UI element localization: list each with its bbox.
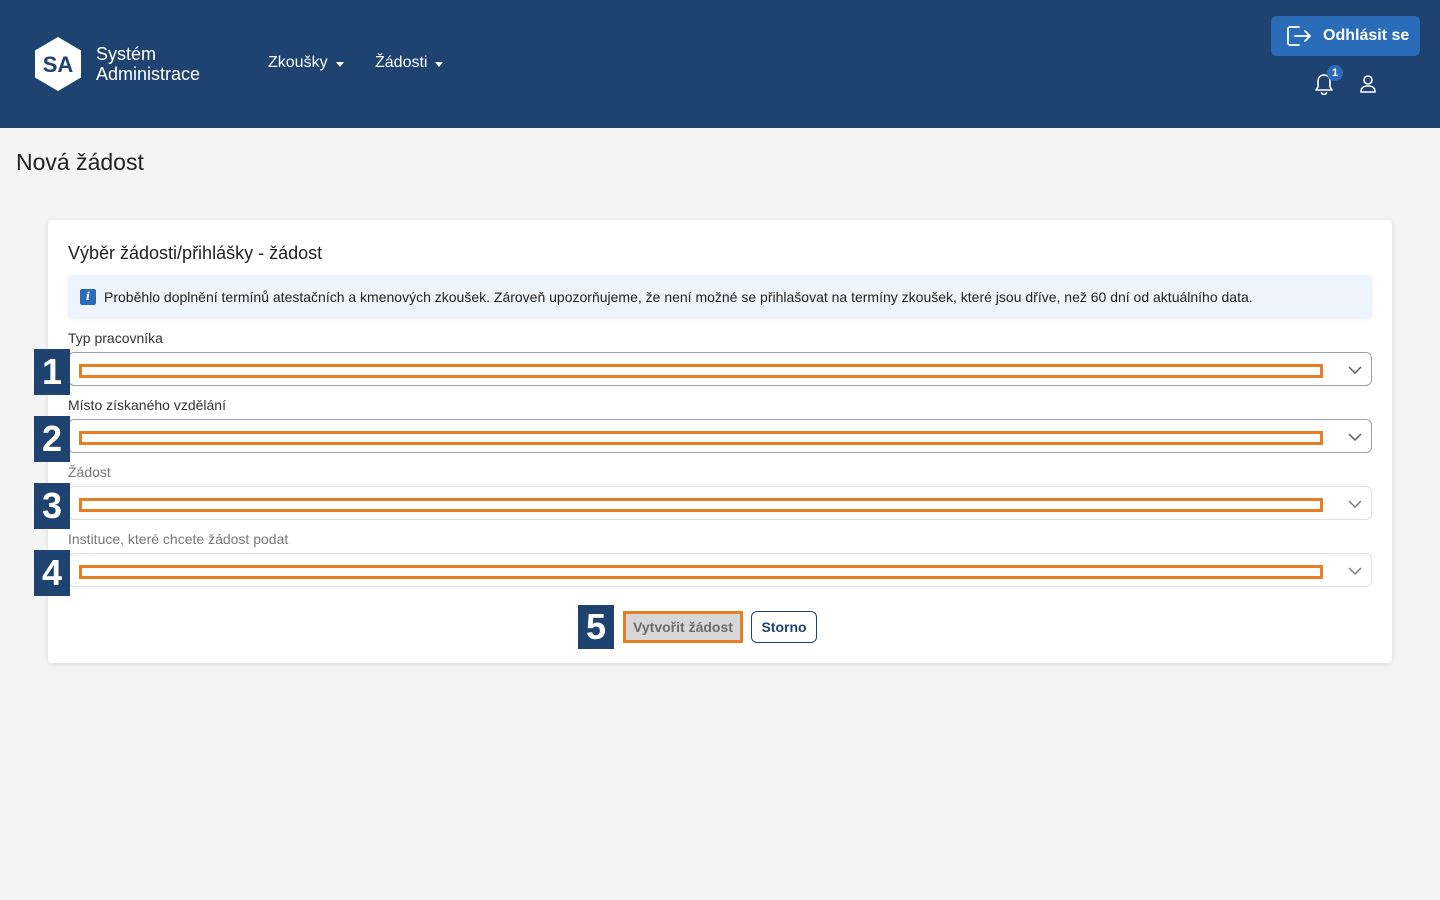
select-value-highlight [79, 498, 1323, 512]
card-title: Výběr žádosti/přihlášky - žádost [68, 243, 323, 263]
page-title: Nová žádost [16, 149, 144, 175]
step-badge-3: 3 [34, 483, 70, 529]
select-value-highlight [79, 364, 1323, 378]
nav-zadosti-label: Žádosti [375, 54, 428, 71]
logo-text: SA [43, 52, 74, 77]
field-label-zadost: Žádost [68, 464, 111, 480]
create-request-button[interactable]: Vytvořit žádost [623, 611, 743, 643]
info-icon: i [80, 288, 96, 305]
chevron-down-icon [1348, 433, 1362, 441]
logout-button[interactable]: Odhlásit se [1271, 16, 1420, 56]
nav-zkousky-label: Zkoušky [268, 54, 328, 71]
step-badge-4: 4 [34, 550, 70, 596]
brand-line-2: Administrace [96, 64, 201, 84]
brand-name[interactable]: Systém Administrace [96, 44, 200, 84]
select-value-highlight [79, 431, 1323, 445]
notification-count-badge: 1 [1327, 65, 1343, 81]
select-zadost[interactable] [68, 486, 1372, 520]
select-value-highlight [79, 565, 1323, 579]
user-icon[interactable] [1359, 74, 1377, 94]
info-text: Proběhlo doplnění termínů atestačních a … [104, 288, 1253, 305]
brand-line-1: Systém [96, 44, 157, 64]
logout-icon [1287, 26, 1311, 46]
select-instituce[interactable] [68, 553, 1372, 587]
field-label-typ-pracovnika: Typ pracovníka [68, 330, 163, 346]
chevron-down-icon [1348, 567, 1362, 575]
step-badge-1: 1 [34, 349, 70, 395]
field-label-misto-vzdelani: Místo získaného vzdělání [68, 397, 226, 413]
chevron-down-icon [1348, 366, 1362, 374]
caret-down-icon [435, 61, 444, 67]
logo-hexagon-icon[interactable]: SA [34, 37, 82, 91]
logout-label: Odhlásit se [1323, 27, 1410, 44]
cancel-button[interactable]: Storno [751, 611, 817, 643]
step-badge-5: 5 [578, 605, 614, 649]
step-badge-2: 2 [34, 416, 70, 462]
select-misto-vzdelani[interactable] [68, 419, 1372, 453]
nav-zkousky-dropdown[interactable]: Zkoušky [268, 53, 344, 73]
nav-zadosti-dropdown[interactable]: Žádosti [375, 53, 444, 73]
chevron-down-icon [1348, 500, 1362, 508]
request-form-card: Výběr žádosti/přihlášky - žádost i Probě… [48, 220, 1392, 663]
info-alert: i Proběhlo doplnění termínů atestačních … [68, 275, 1372, 318]
top-navbar: SA Systém Administrace Zkoušky Žádosti O… [0, 0, 1440, 128]
select-typ-pracovnika[interactable] [68, 352, 1372, 386]
field-label-instituce: Instituce, které chcete žádost podat [68, 531, 289, 547]
caret-down-icon [335, 61, 344, 67]
